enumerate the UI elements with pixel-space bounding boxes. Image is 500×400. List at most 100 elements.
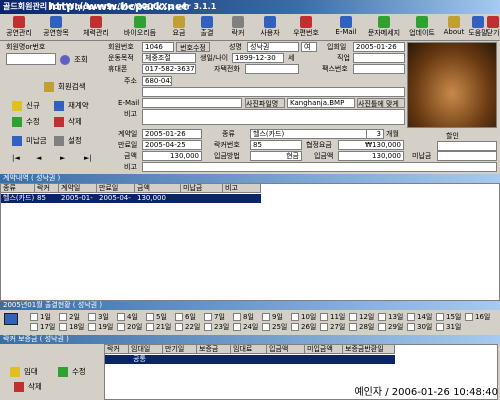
- member-search-button[interactable]: 회원검색: [44, 80, 86, 94]
- edit-button[interactable]: 수정: [12, 115, 40, 129]
- day-checkbox[interactable]: 25일: [262, 323, 287, 332]
- locker-field[interactable]: 85: [250, 140, 302, 150]
- toolbar-theater-button[interactable]: 공연관리: [2, 16, 36, 40]
- standard-fee-field[interactable]: ₩130,000: [338, 140, 404, 150]
- toolbar-attendance-button[interactable]: 출결: [194, 16, 220, 40]
- day-checkbox[interactable]: 7일: [204, 313, 225, 322]
- toolbar-help-button[interactable]: 도움말: [468, 16, 488, 40]
- day-checkbox[interactable]: 29일: [378, 323, 403, 332]
- day-checkbox[interactable]: 31일: [436, 323, 461, 332]
- months-field[interactable]: 3: [366, 129, 384, 139]
- locker-edit-button[interactable]: 수정: [58, 365, 86, 379]
- day-checkbox[interactable]: 26일: [291, 323, 316, 332]
- day-checkbox[interactable]: 27일: [320, 323, 345, 332]
- day-checkbox[interactable]: 6일: [175, 313, 196, 322]
- day-checkbox[interactable]: 4일: [117, 313, 138, 322]
- history-col-header[interactable]: 계약일: [59, 184, 97, 193]
- mobile-field[interactable]: 017-582-3637: [142, 64, 196, 74]
- day-checkbox[interactable]: 8일: [233, 313, 254, 322]
- day-checkbox[interactable]: 11일: [320, 313, 345, 322]
- next-record-button[interactable]: ►: [60, 154, 65, 162]
- toolbar-update-button[interactable]: 업데이트: [404, 16, 440, 40]
- toolbar-user-button[interactable]: 사용자: [256, 16, 284, 40]
- day-checkbox[interactable]: 30일: [407, 323, 432, 332]
- history-col-header[interactable]: 종류: [1, 184, 35, 193]
- purpose-field[interactable]: 체중조절: [142, 53, 196, 63]
- day-checkbox[interactable]: 23일: [204, 323, 229, 332]
- last-record-button[interactable]: ►|: [84, 154, 92, 162]
- toolbar-list-button[interactable]: 공연항목: [36, 16, 76, 40]
- day-checkbox[interactable]: 20일: [117, 323, 142, 332]
- day-checkbox[interactable]: 17일: [30, 323, 55, 332]
- day-checkbox[interactable]: 28일: [349, 323, 374, 332]
- history-col-header[interactable]: 락커: [35, 184, 59, 193]
- day-checkbox[interactable]: 24일: [233, 323, 258, 332]
- day-checkbox[interactable]: 14일: [407, 313, 432, 322]
- toolbar-locker-button[interactable]: 락커: [222, 16, 254, 40]
- locker-col-header[interactable]: 미입금액: [305, 345, 343, 354]
- locker-col-header[interactable]: 입금액: [267, 345, 305, 354]
- address-detail-field[interactable]: [142, 87, 405, 97]
- settings-button[interactable]: 설정: [54, 134, 82, 148]
- locker-col-header[interactable]: 만기일: [163, 345, 197, 354]
- history-col-header[interactable]: 만료일: [97, 184, 135, 193]
- toolbar-about-button[interactable]: About: [442, 16, 466, 40]
- history-col-header[interactable]: 금액: [135, 184, 181, 193]
- day-checkbox[interactable]: 22일: [175, 323, 200, 332]
- name-field[interactable]: 성낙권: [247, 42, 299, 52]
- contract-date-field[interactable]: 2005-01-26: [142, 129, 202, 139]
- unpaid-button[interactable]: 미납금: [12, 134, 47, 148]
- pay-method-field[interactable]: 현금: [250, 151, 302, 161]
- contract-history-grid[interactable]: 종류 락커 계약일 만료일 금액 미납금 비고 헬스(카드) 85 2005-01-26 2005-…: [0, 183, 500, 301]
- rent-button[interactable]: 임대: [10, 365, 38, 379]
- amount-field[interactable]: 130,000: [142, 151, 202, 161]
- join-date-field[interactable]: 2005-01-26: [353, 42, 405, 52]
- note-field[interactable]: [142, 109, 405, 125]
- day-checkbox[interactable]: 12일: [349, 313, 374, 322]
- toolbar-biorhythm-button[interactable]: 바이오리듬: [116, 16, 164, 40]
- day-checkbox[interactable]: 1일: [30, 313, 51, 322]
- locker-col-header[interactable]: 보증금반환일: [343, 345, 395, 354]
- day-checkbox[interactable]: 3일: [88, 313, 109, 322]
- locker-delete-button[interactable]: 삭제: [14, 380, 42, 394]
- re-contract-button[interactable]: 재계약: [54, 99, 89, 113]
- contract-note-field[interactable]: [142, 162, 497, 172]
- number-edit-button[interactable]: 번호수정: [176, 42, 210, 52]
- toolbar-fitness-button[interactable]: 체력관리: [78, 16, 114, 40]
- new-button[interactable]: 신규: [12, 99, 40, 113]
- locker-col-header[interactable]: 보증금: [197, 345, 231, 354]
- toolbar-fee-button[interactable]: 요금: [166, 16, 192, 40]
- day-checkbox[interactable]: 18일: [59, 323, 84, 332]
- type-field[interactable]: 헬스(카드): [250, 129, 384, 139]
- history-col-header[interactable]: 미납금: [181, 184, 223, 193]
- home-phone-field[interactable]: [245, 64, 299, 74]
- locker-col-header[interactable]: 락커: [105, 345, 129, 354]
- address-zip-field[interactable]: 680-042: [142, 76, 172, 86]
- calendar-icon[interactable]: [4, 313, 18, 325]
- discount-field[interactable]: [437, 141, 497, 151]
- prev-record-button[interactable]: ◄: [36, 154, 41, 162]
- day-checkbox[interactable]: 2일: [59, 313, 80, 322]
- photo-file-field[interactable]: Kanghanja.BMP: [287, 98, 355, 108]
- toolbar-postal-button[interactable]: 우편번호: [286, 16, 326, 40]
- search-input[interactable]: [6, 53, 56, 65]
- toolbar-email-button[interactable]: E-Mail: [328, 16, 364, 40]
- fax-field[interactable]: [353, 64, 405, 74]
- first-record-button[interactable]: |◄: [12, 154, 20, 162]
- day-checkbox[interactable]: 10일: [291, 313, 316, 322]
- day-checkbox[interactable]: 9일: [262, 313, 283, 322]
- locker-col-header[interactable]: 임대료: [231, 345, 267, 354]
- day-checkbox[interactable]: 19일: [88, 323, 113, 332]
- delete-button[interactable]: 삭제: [54, 115, 82, 129]
- expiry-field[interactable]: 2005-04-25: [142, 140, 202, 150]
- history-col-header[interactable]: 비고: [223, 184, 261, 193]
- email-field[interactable]: [142, 98, 242, 108]
- table-row[interactable]: 공통: [105, 355, 395, 364]
- birth-field[interactable]: 1899-12-30: [232, 53, 284, 63]
- day-checkbox[interactable]: 21일: [146, 323, 171, 332]
- gender-field[interactable]: 여: [301, 42, 317, 52]
- fit-photo-checkbox[interactable]: 사진틀에 맞게: [357, 98, 405, 108]
- day-checkbox[interactable]: 5일: [146, 313, 167, 322]
- day-checkbox[interactable]: 13일: [378, 313, 403, 322]
- member-id-field[interactable]: 1046: [142, 42, 174, 52]
